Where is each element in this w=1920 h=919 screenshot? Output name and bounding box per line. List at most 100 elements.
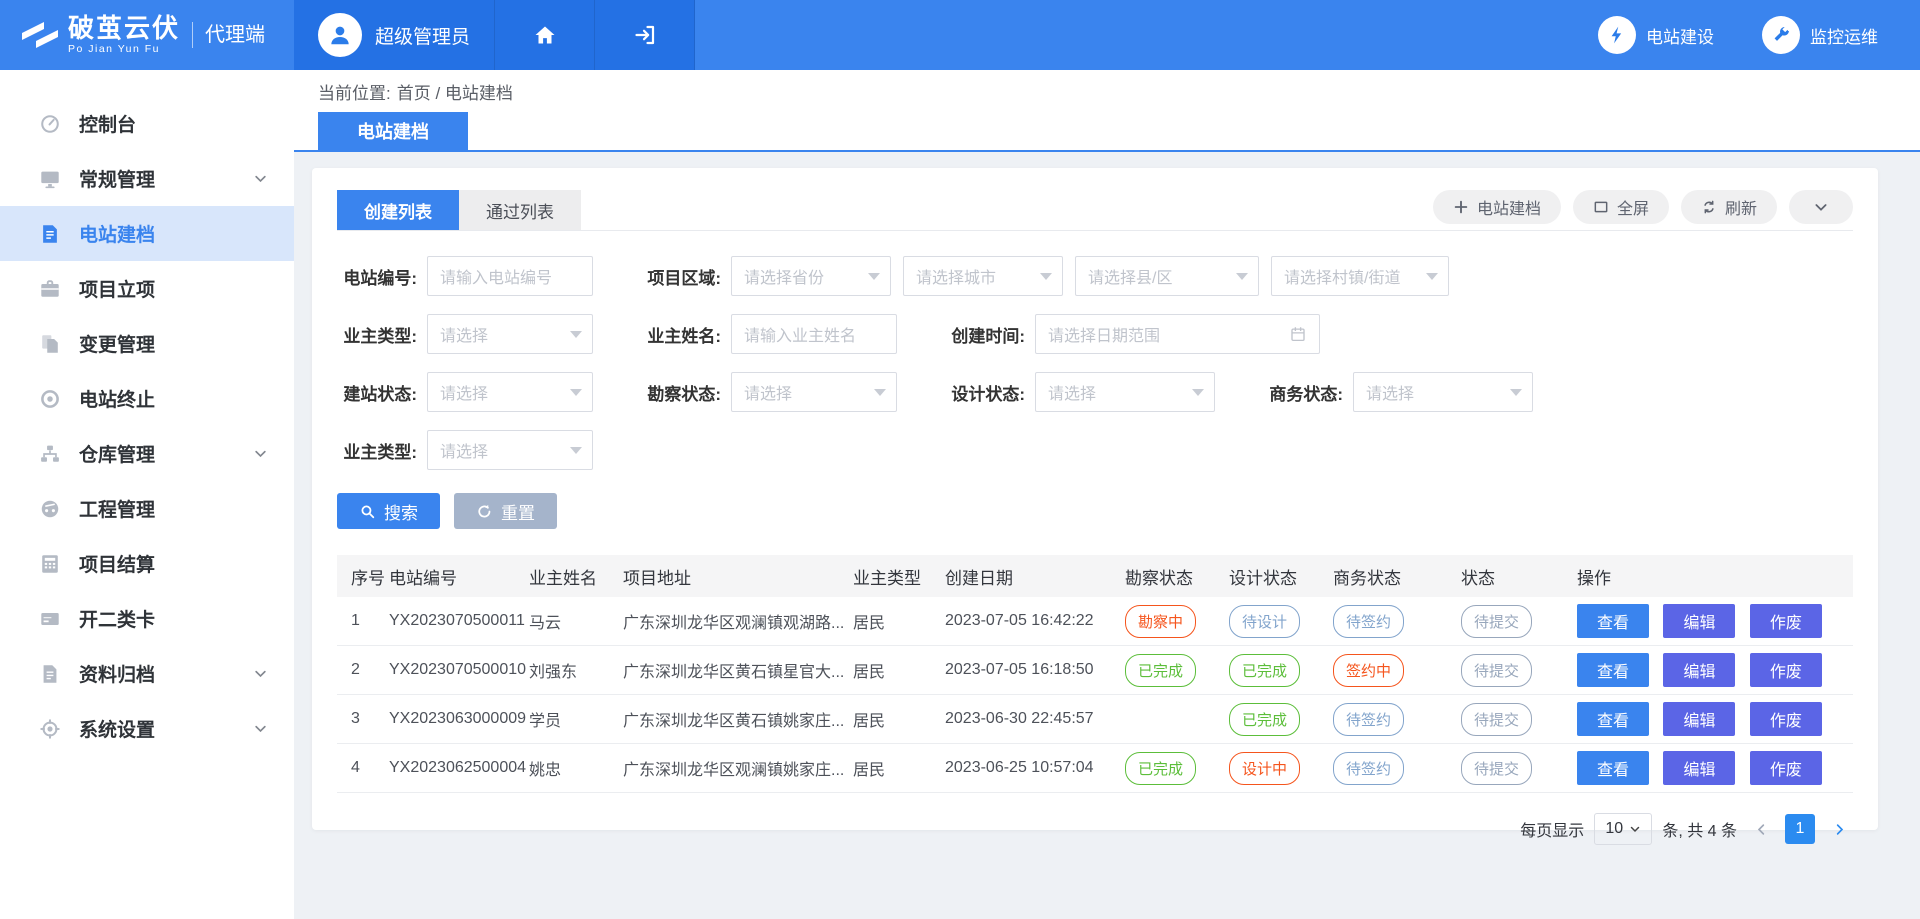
settings-icon — [38, 717, 62, 741]
quick-link-label: 电站建设 — [1646, 23, 1714, 48]
sidebar-item-label: 资料归档 — [79, 660, 155, 687]
sidebar-item-change-mgmt[interactable]: 变更管理 — [0, 316, 294, 371]
prev-page-button[interactable] — [1747, 815, 1775, 843]
filter-form: 电站编号: 请输入电站编号 项目区域: 请选择省份 请选择城市 — [337, 255, 1853, 471]
business-status-select[interactable]: 请选择 — [1353, 372, 1533, 412]
sidebar-item-system-settings[interactable]: 系统设置 — [0, 701, 294, 756]
lightning-icon — [1607, 25, 1627, 45]
gauge-icon — [38, 112, 62, 136]
sidebar-item-label: 系统设置 — [79, 715, 155, 742]
void-button[interactable]: 作废 — [1750, 653, 1822, 687]
owner-name-input[interactable]: 请输入业主姓名 — [731, 314, 897, 354]
sidebar-item-label: 常规管理 — [79, 165, 155, 192]
sidebar: 控制台 常规管理 电站建档 项目立项 变更管理 电站终止 — [0, 70, 294, 919]
next-page-button[interactable] — [1825, 815, 1853, 843]
create-time-label: 创建时间: — [945, 322, 1035, 347]
pages-icon — [38, 332, 62, 356]
province-select[interactable]: 请选择省份 — [731, 256, 891, 296]
town-select[interactable]: 请选择村镇/街道 — [1271, 256, 1449, 296]
view-button[interactable]: 查看 — [1577, 702, 1649, 736]
calculator-icon — [38, 552, 62, 576]
plus-icon — [1453, 199, 1469, 215]
chevron-right-icon — [1832, 822, 1847, 837]
tab-create-list[interactable]: 创建列表 — [337, 190, 459, 230]
wrench-icon — [1771, 25, 1791, 45]
page-tab-station-filing[interactable]: 电站建档 — [318, 112, 468, 150]
void-button[interactable]: 作废 — [1750, 604, 1822, 638]
briefcase-icon — [38, 277, 62, 301]
void-button[interactable]: 作废 — [1750, 751, 1822, 785]
edit-button[interactable]: 编辑 — [1663, 751, 1735, 785]
create-station-filing-button[interactable]: 电站建档 — [1433, 190, 1561, 224]
quick-link-station-build[interactable]: 电站建设 — [1598, 16, 1714, 54]
edit-button[interactable]: 编辑 — [1663, 702, 1735, 736]
status-badge: 待提交 — [1461, 703, 1532, 736]
sidebar-item-project-settlement[interactable]: 项目结算 — [0, 536, 294, 591]
survey-status-label: 勘察状态: — [641, 380, 731, 405]
view-button[interactable]: 查看 — [1577, 751, 1649, 785]
view-button[interactable]: 查看 — [1577, 653, 1649, 687]
sidebar-item-label: 仓库管理 — [79, 440, 155, 467]
sidebar-item-open-class2-card[interactable]: 开二类卡 — [0, 591, 294, 646]
station-code-label: 电站编号: — [337, 264, 427, 289]
sidebar-item-label: 控制台 — [79, 110, 136, 137]
reset-button[interactable]: 重置 — [454, 493, 557, 529]
sidebar-item-station-filing[interactable]: 电站建档 — [0, 206, 294, 261]
business-status-label: 商务状态: — [1263, 380, 1353, 405]
panel-toolbar: 电站建档 全屏 刷新 — [1433, 190, 1853, 224]
sidebar-item-data-archive[interactable]: 资料归档 — [0, 646, 294, 701]
design-status-badge: 待设计 — [1229, 605, 1300, 638]
owner-type-label: 业主类型: — [337, 322, 427, 347]
build-status-select[interactable]: 请选择 — [427, 372, 593, 412]
monitor-icon — [38, 167, 62, 191]
create-time-range-input[interactable]: 请选择日期范围 — [1035, 314, 1320, 354]
edit-button[interactable]: 编辑 — [1663, 653, 1735, 687]
refresh-button[interactable]: 刷新 — [1681, 190, 1777, 224]
topbar: 破茧云伏 Po Jian Yun Fu 代理端 超级管理员 — [0, 0, 1920, 70]
user-menu[interactable]: 超级管理员 — [294, 0, 495, 70]
status-badge: 待提交 — [1461, 654, 1532, 687]
edit-button[interactable]: 编辑 — [1663, 604, 1735, 638]
county-select[interactable]: 请选择县/区 — [1075, 256, 1259, 296]
station-code-input[interactable]: 请输入电站编号 — [427, 256, 593, 296]
void-button[interactable]: 作废 — [1750, 702, 1822, 736]
build-status-label: 建站状态: — [337, 380, 427, 405]
breadcrumb-path[interactable]: 首页 / 电站建档 — [397, 79, 513, 104]
fullscreen-icon — [1593, 199, 1609, 215]
owner-name-label: 业主姓名: — [641, 322, 731, 347]
owner-type2-select[interactable]: 请选择 — [427, 430, 593, 470]
caret-down-icon — [874, 389, 886, 396]
tab-passed-list[interactable]: 通过列表 — [459, 190, 581, 230]
target-icon — [38, 387, 62, 411]
person-icon — [327, 22, 353, 48]
sidebar-item-engineering-mgmt[interactable]: 工程管理 — [0, 481, 294, 536]
search-button[interactable]: 搜索 — [337, 493, 440, 529]
caret-down-icon — [1426, 273, 1438, 280]
home-button[interactable] — [495, 0, 595, 70]
sidebar-item-warehouse-mgmt[interactable]: 仓库管理 — [0, 426, 294, 481]
logout-button[interactable] — [595, 0, 695, 70]
design-status-select[interactable]: 请选择 — [1035, 372, 1215, 412]
caret-down-icon — [1192, 389, 1204, 396]
home-icon — [533, 23, 557, 47]
collapse-button[interactable] — [1789, 190, 1853, 224]
fullscreen-button[interactable]: 全屏 — [1573, 190, 1669, 224]
quick-link-monitor-ops[interactable]: 监控运维 — [1762, 16, 1878, 54]
survey-status-select[interactable]: 请选择 — [731, 372, 897, 412]
sidebar-item-station-termination[interactable]: 电站终止 — [0, 371, 294, 426]
per-page-select[interactable]: 10 — [1594, 813, 1652, 845]
city-select[interactable]: 请选择城市 — [903, 256, 1063, 296]
card-icon — [38, 607, 62, 631]
page-number-current[interactable]: 1 — [1785, 814, 1815, 844]
sidebar-item-general-mgmt[interactable]: 常规管理 — [0, 151, 294, 206]
sidebar-item-console[interactable]: 控制台 — [0, 96, 294, 151]
table-row: 2 YX2023070500010 刘强东 广东深圳龙华区黄石镇星官大... 居… — [337, 646, 1853, 695]
table-header: 序号 电站编号 业主姓名 项目地址 业主类型 创建日期 勘察状态 设计状态 商务… — [337, 555, 1853, 597]
station-filing-panel: 创建列表 通过列表 电站建档 全屏 刷新 — [312, 168, 1878, 830]
view-button[interactable]: 查看 — [1577, 604, 1649, 638]
owner-type2-label: 业主类型: — [337, 438, 427, 463]
sidebar-item-label: 项目结算 — [79, 550, 155, 577]
station-table: 序号 电站编号 业主姓名 项目地址 业主类型 创建日期 勘察状态 设计状态 商务… — [337, 555, 1853, 793]
owner-type-select[interactable]: 请选择 — [427, 314, 593, 354]
sidebar-item-project-initiation[interactable]: 项目立项 — [0, 261, 294, 316]
